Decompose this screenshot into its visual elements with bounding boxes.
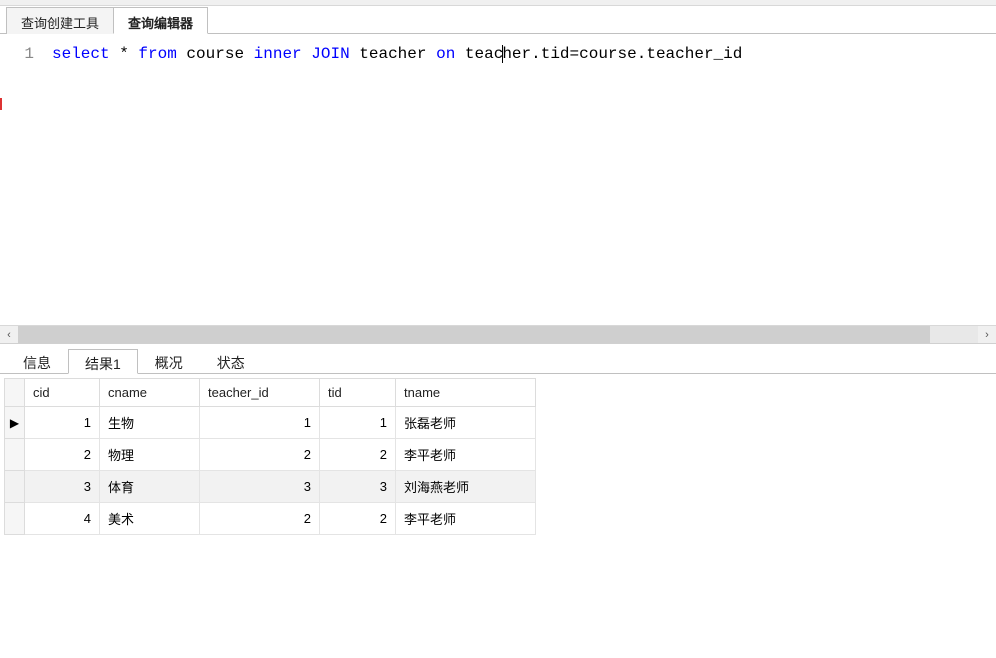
sql-editor[interactable]: 1 select * from course inner JOIN teache…: [0, 34, 996, 344]
kw-on: on: [436, 45, 455, 63]
sql-rest-b: her.tid=course.teacher_id: [502, 45, 742, 63]
cell-cid[interactable]: 2: [25, 439, 100, 471]
cell-teacher-id[interactable]: 2: [200, 503, 320, 535]
kw-inner: inner: [254, 45, 302, 63]
cell-tname[interactable]: 李平老师: [396, 439, 536, 471]
cell-cname[interactable]: 生物: [100, 407, 200, 439]
grid-body: ▶ 1 生物 1 1 张磊老师 2 物理 2 2 李平老师 3 体育 3 3: [5, 407, 536, 535]
sql-code-line[interactable]: select * from course inner JOIN teacher …: [52, 42, 742, 66]
col-header-tname[interactable]: tname: [396, 379, 536, 407]
kw-from: from: [138, 45, 176, 63]
cell-teacher-id[interactable]: 1: [200, 407, 320, 439]
result-grid[interactable]: cid cname teacher_id tid tname ▶ 1 生物 1 …: [4, 378, 536, 535]
row-marker: [5, 471, 25, 503]
editor-horizontal-scrollbar[interactable]: ‹ ›: [0, 325, 996, 343]
cell-teacher-id[interactable]: 3: [200, 471, 320, 503]
cell-cid[interactable]: 1: [25, 407, 100, 439]
cell-cname[interactable]: 美术: [100, 503, 200, 535]
kw-select: select: [52, 45, 110, 63]
scroll-right-icon[interactable]: ›: [978, 326, 996, 344]
col-header-cname[interactable]: cname: [100, 379, 200, 407]
sql-rest-a: teac: [455, 45, 503, 63]
table-row[interactable]: 2 物理 2 2 李平老师: [5, 439, 536, 471]
col-header-cid[interactable]: cid: [25, 379, 100, 407]
result-tab-bar: 信息 结果1 概况 状态: [0, 344, 996, 374]
tab-result1[interactable]: 结果1: [68, 349, 138, 374]
tab-info[interactable]: 信息: [6, 348, 68, 373]
result-grid-area: cid cname teacher_id tid tname ▶ 1 生物 1 …: [0, 374, 996, 535]
cell-tname[interactable]: 张磊老师: [396, 407, 536, 439]
current-row-icon: ▶: [10, 416, 19, 430]
tab-query-editor[interactable]: 查询编辑器: [113, 7, 208, 34]
sql-space: [302, 45, 312, 63]
scroll-track[interactable]: [18, 326, 978, 343]
scroll-thumb[interactable]: [18, 326, 930, 343]
row-marker: [5, 439, 25, 471]
cell-tname[interactable]: 刘海燕老师: [396, 471, 536, 503]
tab-query-builder[interactable]: 查询创建工具: [6, 7, 114, 34]
table-row[interactable]: 3 体育 3 3 刘海燕老师: [5, 471, 536, 503]
table-row[interactable]: ▶ 1 生物 1 1 张磊老师: [5, 407, 536, 439]
table-row[interactable]: 4 美术 2 2 李平老师: [5, 503, 536, 535]
top-tab-bar: 查询创建工具 查询编辑器: [0, 6, 996, 34]
scroll-left-icon[interactable]: ‹: [0, 326, 18, 344]
cell-cname[interactable]: 物理: [100, 439, 200, 471]
sql-course: course: [177, 45, 254, 63]
cell-cid[interactable]: 4: [25, 503, 100, 535]
cell-tid[interactable]: 3: [320, 471, 396, 503]
col-header-tid[interactable]: tid: [320, 379, 396, 407]
row-marker-header: [5, 379, 25, 407]
line-number: 1: [0, 42, 52, 66]
row-marker: [5, 503, 25, 535]
cell-tid[interactable]: 2: [320, 503, 396, 535]
tab-profile[interactable]: 概况: [138, 348, 200, 373]
row-marker: ▶: [5, 407, 25, 439]
col-header-teacher-id[interactable]: teacher_id: [200, 379, 320, 407]
header-row: cid cname teacher_id tid tname: [5, 379, 536, 407]
cell-tid[interactable]: 2: [320, 439, 396, 471]
cell-tid[interactable]: 1: [320, 407, 396, 439]
cell-tname[interactable]: 李平老师: [396, 503, 536, 535]
cell-teacher-id[interactable]: 2: [200, 439, 320, 471]
cell-cid[interactable]: 3: [25, 471, 100, 503]
sql-star: *: [110, 45, 139, 63]
left-edge-marker: [0, 98, 2, 110]
tab-status[interactable]: 状态: [200, 348, 262, 373]
kw-join: JOIN: [311, 45, 349, 63]
sql-teacher: teacher: [350, 45, 436, 63]
cell-cname[interactable]: 体育: [100, 471, 200, 503]
